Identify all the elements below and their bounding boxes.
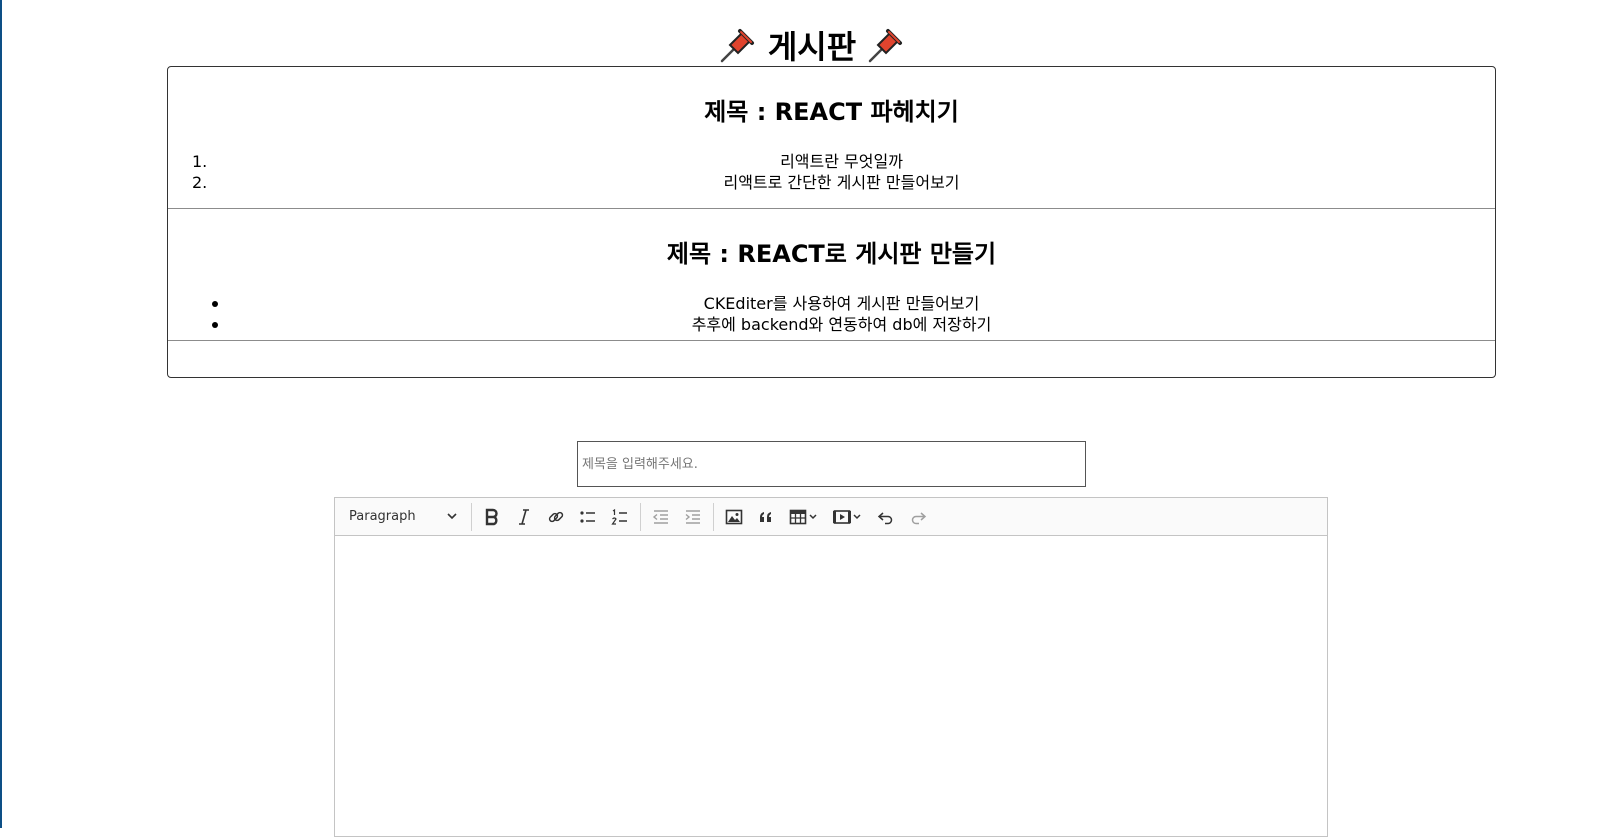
blockquote-button[interactable] [750, 502, 782, 532]
list-item: 추후에 backend와 연동하여 db에 저장하기 [188, 314, 1495, 335]
toolbar-separator [640, 502, 641, 531]
page-title: 게시판 [0, 23, 1624, 67]
post-item[interactable]: 제목 : REACT로 게시판 만들기 CKEditer를 사용하여 게시판 만… [168, 209, 1495, 341]
italic-button[interactable] [508, 502, 540, 532]
outdent-button[interactable] [645, 502, 677, 532]
post-item[interactable]: 제목 : REACT 파헤치기 1. 리액트란 무엇일까 2. 리액트로 간단한… [168, 67, 1495, 209]
undo-button[interactable] [870, 502, 902, 532]
title-input[interactable] [577, 441, 1086, 487]
pushpin-icon [868, 29, 903, 63]
editor-content-area[interactable] [335, 536, 1327, 836]
list-item-text: 추후에 backend와 연동하여 db에 저장하기 [691, 315, 992, 334]
insert-media-button[interactable] [826, 502, 870, 532]
pushpin-icon [720, 29, 754, 63]
bold-button[interactable] [476, 502, 508, 532]
bullet-icon [212, 301, 218, 307]
post-title: 제목 : REACT로 게시판 만들기 [666, 240, 997, 268]
editor-toolbar: Paragraph [335, 498, 1327, 536]
heading-dropdown-label: Paragraph [349, 509, 416, 524]
bulleted-list: CKEditer를 사용하여 게시판 만들어보기 추후에 backend와 연동… [168, 293, 1495, 335]
chevron-down-icon [447, 513, 457, 520]
image-icon [725, 509, 743, 524]
window-edge [0, 0, 2, 828]
list-item: 1. 리액트란 무엇일까 [188, 151, 1495, 172]
bulleted-list-button[interactable] [572, 502, 604, 532]
list-number: 1. [192, 152, 208, 171]
list-number: 2. [192, 173, 208, 192]
post-title: 제목 : REACT 파헤치기 [704, 98, 959, 126]
chevron-down-icon [809, 513, 817, 519]
indent-button[interactable] [677, 502, 709, 532]
toolbar-separator [713, 502, 714, 531]
chevron-down-icon [853, 513, 861, 519]
insert-image-button[interactable] [718, 502, 750, 532]
link-button[interactable] [540, 502, 572, 532]
rich-text-editor: Paragraph [334, 497, 1328, 837]
redo-button[interactable] [902, 502, 934, 532]
bullet-icon [212, 322, 218, 328]
numbered-list-button[interactable] [604, 502, 636, 532]
list-item-text: CKEditer를 사용하여 게시판 만들어보기 [703, 294, 980, 313]
italic-icon [519, 508, 529, 525]
link-icon [548, 511, 564, 522]
undo-icon [877, 511, 893, 524]
indent-icon [685, 509, 700, 524]
list-item-text: 리액트란 무엇일까 [780, 152, 903, 171]
redo-icon [911, 511, 927, 524]
post-board: 제목 : REACT 파헤치기 1. 리액트란 무엇일까 2. 리액트로 간단한… [167, 66, 1496, 378]
bold-icon [485, 508, 498, 525]
blockquote-icon [760, 511, 771, 522]
list-item-text: 리액트로 간단한 게시판 만들어보기 [723, 173, 960, 192]
numbered-list-icon [611, 508, 627, 525]
ordered-list: 1. 리액트란 무엇일까 2. 리액트로 간단한 게시판 만들어보기 [168, 151, 1495, 193]
media-icon [833, 509, 851, 524]
list-item: 2. 리액트로 간단한 게시판 만들어보기 [188, 172, 1495, 193]
heading-dropdown[interactable]: Paragraph [339, 502, 467, 532]
bulleted-list-icon [580, 510, 595, 523]
toolbar-separator [471, 502, 472, 531]
table-icon [789, 509, 807, 524]
list-item: CKEditer를 사용하여 게시판 만들어보기 [188, 293, 1495, 314]
insert-table-button[interactable] [782, 502, 826, 532]
page-title-text: 게시판 [767, 28, 857, 67]
outdent-icon [652, 509, 668, 524]
